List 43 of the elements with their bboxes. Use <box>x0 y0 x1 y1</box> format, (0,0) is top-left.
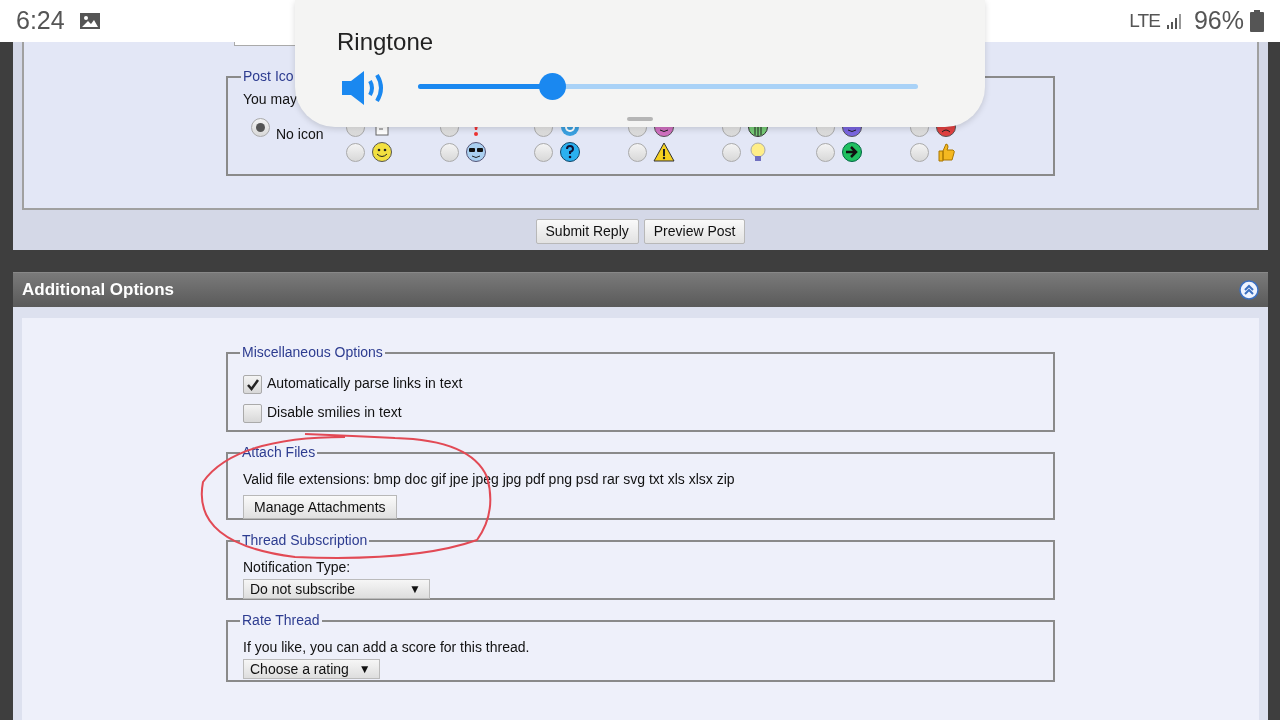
checkbox-label: Disable smilies in text <box>267 403 402 422</box>
group-legend: Thread Subscription <box>240 530 370 551</box>
group-legend: Post Ico <box>241 66 296 87</box>
network-type: LTE <box>1129 8 1160 33</box>
cool-icon <box>465 141 487 163</box>
radio-button[interactable] <box>628 142 647 162</box>
group-legend: Attach Files <box>240 442 318 463</box>
collapse-icon[interactable] <box>1239 280 1259 300</box>
warning-icon <box>653 141 675 163</box>
dropdown[interactable]: Choose a rating ▼ <box>243 659 380 679</box>
clock-time: 6:24 <box>16 5 65 37</box>
hint-text: You may <box>243 90 297 109</box>
lightbulb-icon <box>747 141 769 163</box>
manage-attachments-button[interactable]: Manage Attachments <box>243 495 397 519</box>
field-label: If you like, you can add a score for this thread. <box>243 638 530 657</box>
checkbox[interactable] <box>243 375 262 394</box>
form-button[interactable]: Preview Post <box>643 219 746 244</box>
radio-button[interactable] <box>534 142 553 162</box>
question-icon <box>559 141 581 163</box>
radio-button[interactable] <box>346 142 365 162</box>
section-title: Additional Options <box>22 279 175 302</box>
smile-icon <box>371 141 393 163</box>
radio-button[interactable] <box>251 118 270 137</box>
checkbox[interactable] <box>243 404 262 423</box>
radio-button[interactable] <box>440 142 459 162</box>
radio-label: No icon <box>276 125 324 144</box>
drag-handle[interactable] <box>627 117 653 121</box>
form-button[interactable]: Submit Reply <box>535 219 639 244</box>
slider-thumb[interactable] <box>539 73 566 100</box>
checkbox-label: Automatically parse links in text <box>267 374 463 393</box>
radio-button[interactable] <box>816 142 835 162</box>
panel-title: Ringtone <box>337 27 434 57</box>
group-legend: Miscellaneous Options <box>240 342 385 363</box>
thumbs-up-icon <box>935 141 957 163</box>
field-label: Notification Type: <box>243 558 351 577</box>
battery-percent: 96% <box>1193 5 1244 37</box>
radio-button[interactable] <box>910 142 929 162</box>
image-icon <box>78 12 101 30</box>
radio-button[interactable] <box>722 142 741 162</box>
group-legend: Rate Thread <box>240 610 322 631</box>
dropdown[interactable]: Do not subscribe ▼ <box>243 579 430 599</box>
signal-icon <box>1165 12 1184 30</box>
battery-icon <box>1250 10 1264 32</box>
